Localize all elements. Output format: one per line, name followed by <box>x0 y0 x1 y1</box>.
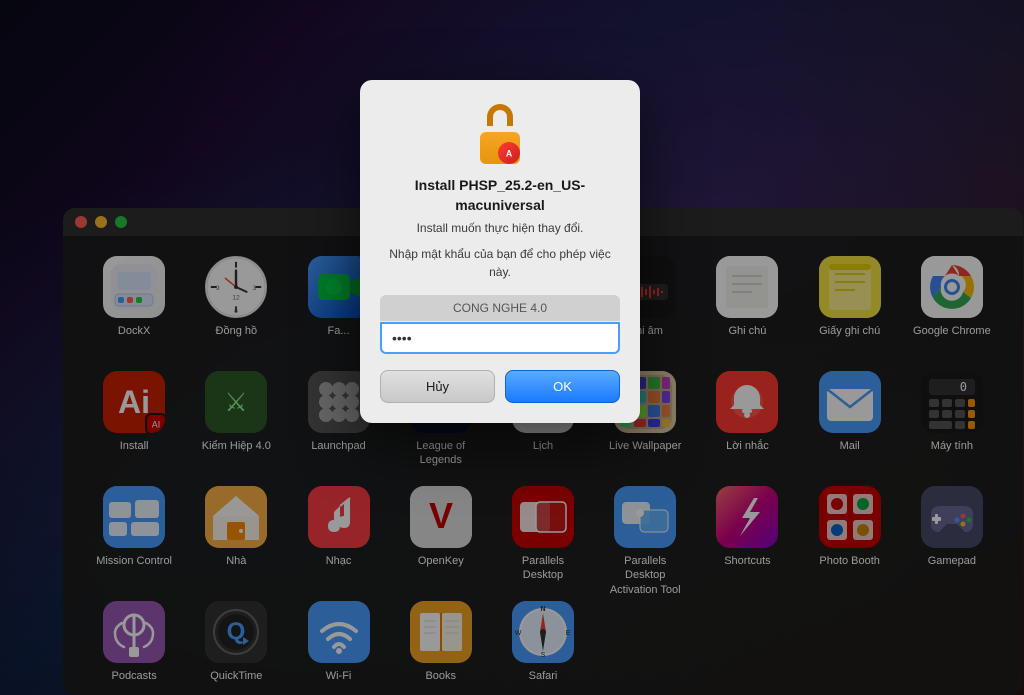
modal-buttons: Hủy OK <box>380 370 620 403</box>
lock-shackle <box>487 104 513 126</box>
password-field[interactable] <box>380 322 620 354</box>
modal-subtitle: Install muốn thực hiện thay đổi. <box>417 221 584 235</box>
lock-body: A <box>480 132 520 164</box>
lock-icon: A <box>470 104 530 164</box>
modal-title: Install PHSP_25.2-en_US-macuniversal <box>380 176 620 215</box>
username-field[interactable] <box>380 295 620 321</box>
svg-text:A: A <box>506 149 513 159</box>
modal-description: Nhập mật khẩu của bạn để cho phép việc n… <box>380 245 620 281</box>
modal-overlay: A Install PHSP_25.2-en_US-macuniversal I… <box>0 0 1024 695</box>
install-dialog: A Install PHSP_25.2-en_US-macuniversal I… <box>360 80 640 423</box>
ok-button[interactable]: OK <box>505 370 620 403</box>
cancel-button[interactable]: Hủy <box>380 370 495 403</box>
lock-badge: A <box>498 142 520 164</box>
